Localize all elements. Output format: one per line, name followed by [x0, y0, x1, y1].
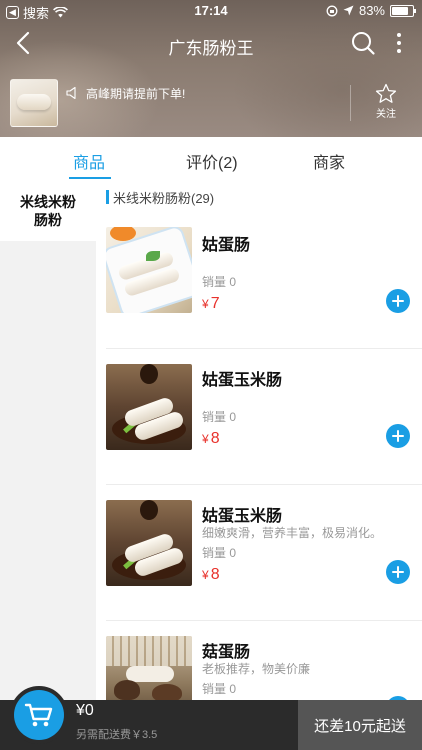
category-item-rice-noodles[interactable]: 米线米粉肠粉 [0, 181, 96, 241]
add-to-cart-button[interactable] [386, 560, 410, 584]
shop-header: ◀ 搜索 17:14 83% 广东肠粉王 高峰期请提前下单! 关注 [0, 0, 422, 137]
section-title: 米线米粉肠粉(29) [113, 190, 215, 206]
product-name: 菇蛋肠 [202, 644, 251, 661]
product-sales: 销量 0 [202, 546, 237, 560]
product-description: 细嫩爽滑，营养丰富，极易消化。 [202, 526, 383, 540]
product-list: 米线米粉肠粉(29) 姑蛋肠 销量 0 ¥7 姑蛋玉米肠 销量 0 ¥8 姑蛋玉… [96, 181, 422, 701]
nav-bar: 广东肠粉王 [0, 22, 422, 66]
shop-notice: 高峰期请提前下单! [86, 87, 186, 101]
product-sales: 销量 0 [202, 275, 237, 289]
tab-reviews[interactable]: 评价(2) [186, 149, 238, 173]
product-price: ¥8 [202, 566, 220, 583]
product-name: 姑蛋玉米肠 [202, 508, 283, 525]
shop-logo [10, 79, 58, 127]
tab-products[interactable]: 商品 [73, 149, 105, 173]
product-image[interactable] [106, 364, 192, 450]
speaker-icon [66, 86, 76, 100]
product-sales: 销量 0 [202, 682, 237, 696]
add-to-cart-button[interactable] [386, 289, 410, 313]
cart-total: ¥0 [76, 702, 94, 719]
product-sales: 销量 0 [202, 410, 237, 424]
product-item[interactable]: 姑蛋肠 销量 0 ¥7 [96, 227, 422, 363]
rotation-lock-icon [326, 5, 338, 16]
add-to-cart-button[interactable] [386, 424, 410, 448]
shopping-cart-icon [24, 703, 53, 727]
location-icon [343, 5, 354, 16]
product-item[interactable]: 姑蛋玉米肠 销量 0 ¥8 [96, 364, 422, 500]
category-sidebar: 米线米粉肠粉 [0, 181, 96, 701]
cart-button[interactable] [10, 686, 68, 744]
tab-merchant[interactable]: 商家 [313, 149, 345, 173]
checkout-button[interactable]: 还差10元起送 [298, 700, 422, 750]
search-icon[interactable] [350, 30, 376, 56]
plus-icon [392, 430, 404, 442]
battery-percent: 83% [358, 3, 385, 18]
favorite-button[interactable]: 关注 [366, 83, 406, 120]
product-image[interactable] [106, 500, 192, 586]
product-image[interactable] [106, 227, 192, 313]
favorite-label: 关注 [376, 109, 396, 120]
product-image[interactable] [106, 636, 192, 701]
product-item[interactable]: 菇蛋肠 老板推荐，物美价廉 销量 0 [96, 636, 422, 701]
battery-icon [390, 4, 416, 17]
shop-info: 高峰期请提前下单! 关注 [0, 75, 422, 133]
product-name: 姑蛋肠 [202, 237, 251, 254]
product-description: 老板推荐，物美价廉 [202, 662, 311, 676]
category-label: 米线米粉肠粉 [20, 194, 76, 228]
product-name: 姑蛋玉米肠 [202, 372, 283, 389]
product-item[interactable]: 姑蛋玉米肠 细嫩爽滑，营养丰富，极易消化。 销量 0 ¥8 [96, 500, 422, 636]
status-bar: ◀ 搜索 17:14 83% [0, 0, 422, 22]
delivery-fee: 另需配送费￥3.5 [76, 729, 158, 741]
plus-icon [392, 566, 404, 578]
more-options-icon[interactable] [392, 30, 406, 56]
tab-bar: 商品 评价(2) 商家 [0, 137, 422, 181]
section-header: 米线米粉肠粉(29) [106, 189, 215, 206]
active-tab-indicator [69, 177, 111, 179]
star-icon [375, 83, 397, 103]
product-price: ¥8 [202, 430, 220, 447]
plus-icon [392, 295, 404, 307]
product-price: ¥7 [202, 295, 220, 312]
